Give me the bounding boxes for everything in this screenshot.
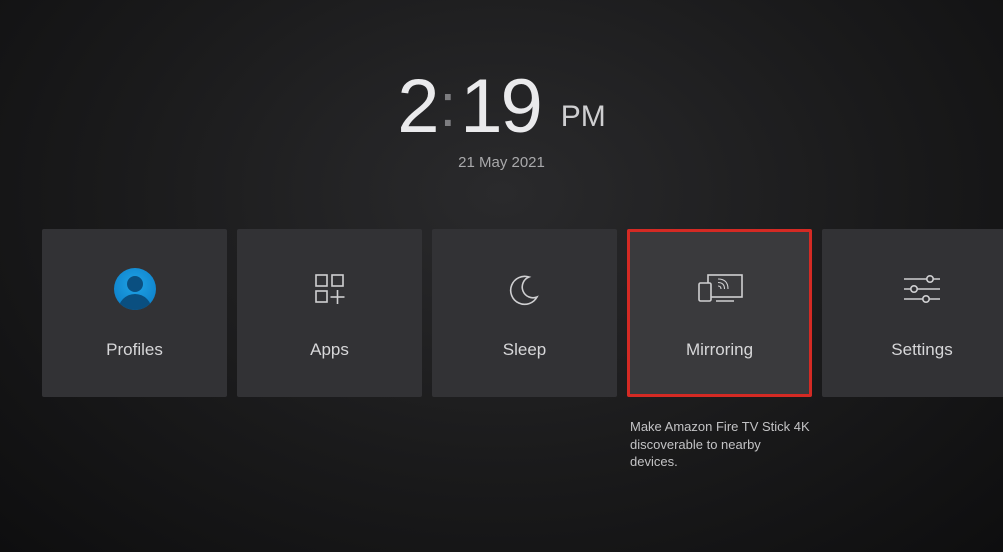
sliders-icon [900, 266, 944, 312]
quick-actions-row: Profiles Apps Sleep [42, 229, 1003, 397]
clock-hour: 2 [397, 63, 437, 150]
moon-icon [505, 266, 545, 312]
clock-ampm: PM [561, 100, 606, 134]
tile-settings[interactable]: Settings [822, 229, 1003, 397]
tile-mirroring[interactable]: Mirroring [627, 229, 812, 397]
tile-label: Sleep [503, 340, 546, 360]
tile-profiles[interactable]: Profiles [42, 229, 227, 397]
apps-grid-icon [310, 266, 350, 312]
clock-date: 21 May 2021 [0, 154, 1003, 171]
selected-tile-description: Make Amazon Fire TV Stick 4K discoverabl… [630, 418, 810, 471]
tile-label: Profiles [106, 340, 163, 360]
clock-section: 2 : 19 PM 21 May 2021 [0, 63, 1003, 171]
clock: 2 : 19 PM [397, 63, 606, 150]
tile-sleep[interactable]: Sleep [432, 229, 617, 397]
mirroring-icon [692, 266, 748, 312]
tile-label: Apps [310, 340, 349, 360]
tile-label: Settings [891, 340, 952, 360]
tile-apps[interactable]: Apps [237, 229, 422, 397]
clock-minute: 19 [460, 63, 541, 150]
clock-colon: : [440, 71, 459, 140]
profile-avatar-icon [114, 266, 156, 312]
tile-label: Mirroring [686, 340, 753, 360]
